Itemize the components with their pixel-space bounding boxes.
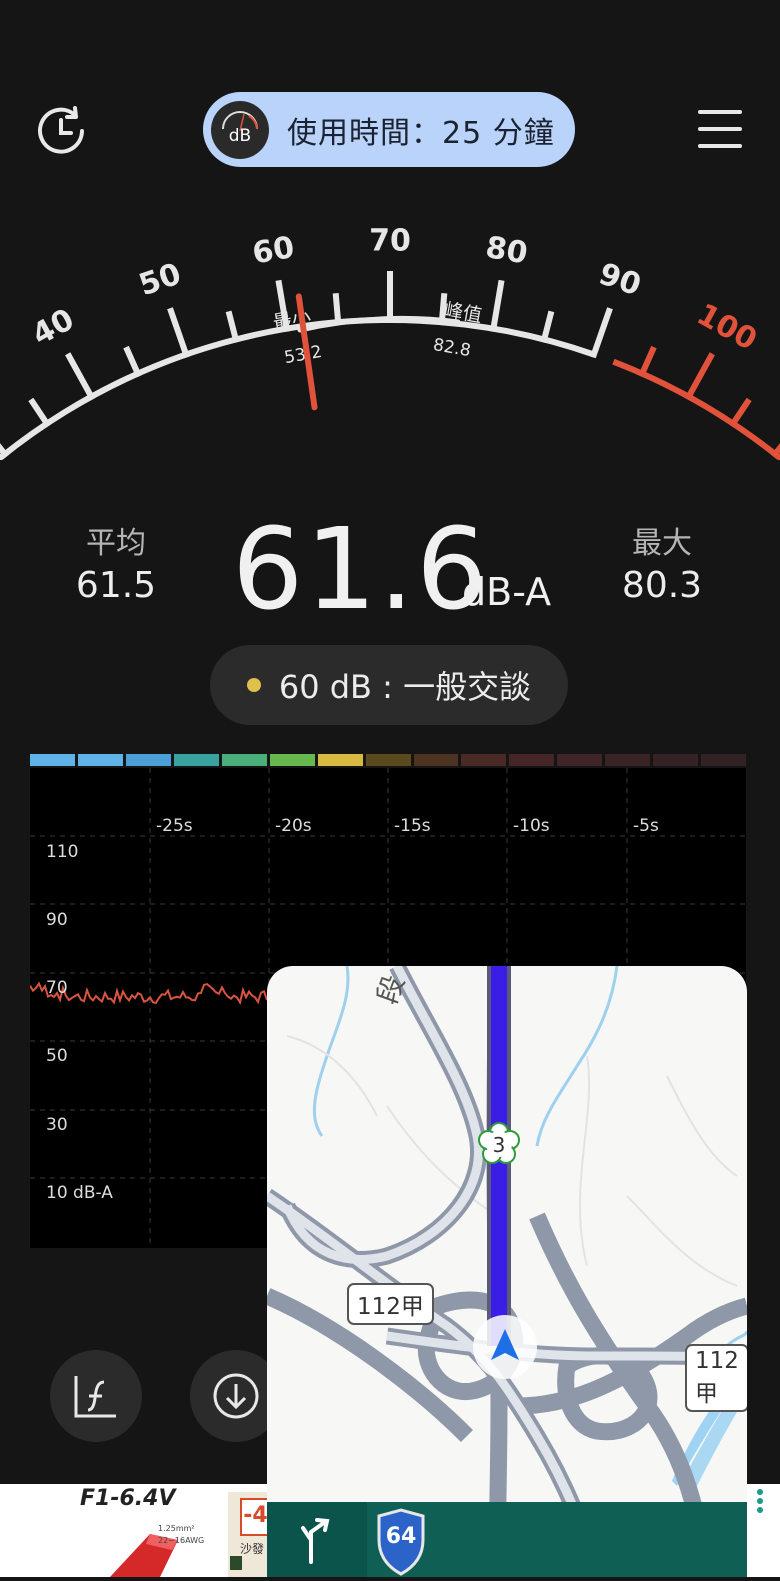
gauge-tick [770,443,780,459]
highway-number: 64 [385,1524,417,1549]
current-position-marker [473,1315,537,1379]
graph-x-tick: -20s [275,816,312,836]
peak-value: 82.8 [431,335,472,361]
history-icon[interactable] [30,100,92,162]
color-scale-segment [701,754,747,766]
color-scale-segment [125,754,171,766]
ad-options-area[interactable] [747,1484,780,1577]
max-label: 最大 [632,526,692,561]
color-scale-segment [221,754,267,766]
ad-spec-line2: 22~16AWG [158,1536,205,1545]
noise-level-pill: 60 dB : 一般交談 [210,645,568,725]
color-scale-segment [173,754,219,766]
advertisement-banner[interactable]: F1-6.4V 1.25mm² 22~16AWG -4 沙發 [0,1484,267,1577]
navigation-bar[interactable]: 64 [267,1502,747,1577]
graph-x-tick: -15s [394,816,431,836]
graph-y-tick: 10 dB-A [46,1183,113,1203]
gauge-tick [123,345,142,378]
turn-arrow-icon [297,1512,337,1567]
road-label-left: 112甲 [347,1283,434,1325]
ad-spec-line1: 1.25mm² [158,1524,195,1533]
average-label: 平均 [86,526,146,561]
level-indicator-dot [246,678,261,692]
navigation-map-overlay[interactable]: 3 段 112甲 112甲 64 [267,966,747,1577]
route-shield-icon: 3 [478,1122,520,1164]
gauge-scale-label: 60 [250,230,297,271]
graph-y-tick: 110 [46,842,79,862]
gauge-scale-label: 90 [594,256,645,303]
gauge-tick [590,307,613,359]
ad-sub-text: 沙發 [240,1542,265,1556]
usage-time-pill[interactable]: dB 使用時間：25 分鐘 [203,92,575,167]
graph-mode-button[interactable] [50,1350,142,1442]
mini-gauge-label: dB [228,125,252,146]
graph-x-tick: -10s [513,816,550,836]
color-scale-segment [509,754,555,766]
gauge-tick [540,310,555,344]
color-scale-segment [317,754,363,766]
graph-y-tick: 90 [46,910,68,930]
gauge-tick [728,397,752,428]
gauge-scale-label: 80 [483,230,530,271]
graph-x-tick: -25s [156,816,193,836]
mini-gauge-icon: dB [211,100,269,159]
map-canvas: 3 段 [267,966,747,1577]
color-scale-segment [269,754,315,766]
menu-icon[interactable] [698,110,742,150]
graph-y-tick: 70 [46,978,68,998]
gauge-scale-label: 70 [369,224,411,259]
gauge-tick [0,443,10,459]
gauge-scale-label: 40 [27,302,80,353]
graph-y-tick: 50 [46,1046,68,1066]
gauge-tick [65,352,96,401]
color-scale-segment [605,754,651,766]
color-scale-segment [30,754,75,766]
gauge-tick [638,345,657,378]
graph-y-tick: 30 [46,1115,68,1135]
usage-time-text: 使用時間：25 分鐘 [287,115,555,151]
db-unit: dB-A [462,570,552,614]
graph-x-tick: -5s [633,816,659,836]
color-scale-segment [461,754,507,766]
color-scale-segment [413,754,459,766]
gauge-tick [225,310,240,344]
route-shield-number: 3 [493,1133,506,1157]
gauge-tick [28,397,52,428]
color-scale-segment [365,754,411,766]
ad-brand-mark: -4 [240,1498,267,1536]
gauge-scale-label: 50 [135,256,186,303]
gauge-tick [167,307,190,359]
gauge-tick [489,279,505,333]
color-scale-segment [653,754,699,766]
average-value: 61.5 [75,565,157,606]
max-value: 80.3 [621,565,703,606]
gauge-scale-label: 100 [691,297,763,358]
current-db-value: 61.6 [232,505,490,635]
color-scale-segment [77,754,123,766]
noise-level-text: 60 dB : 一般交談 [278,668,532,706]
color-scale-bar [30,754,747,766]
gauge-tick [684,352,715,401]
gauge-tick [332,293,342,326]
ad-title: F1-6.4V [80,1486,176,1511]
analog-gauge: 2030405060708090100110120 最小 53.2 峰值 82.… [0,224,780,460]
road-label-right: 112甲 [685,1344,747,1412]
color-scale-segment [557,754,603,766]
